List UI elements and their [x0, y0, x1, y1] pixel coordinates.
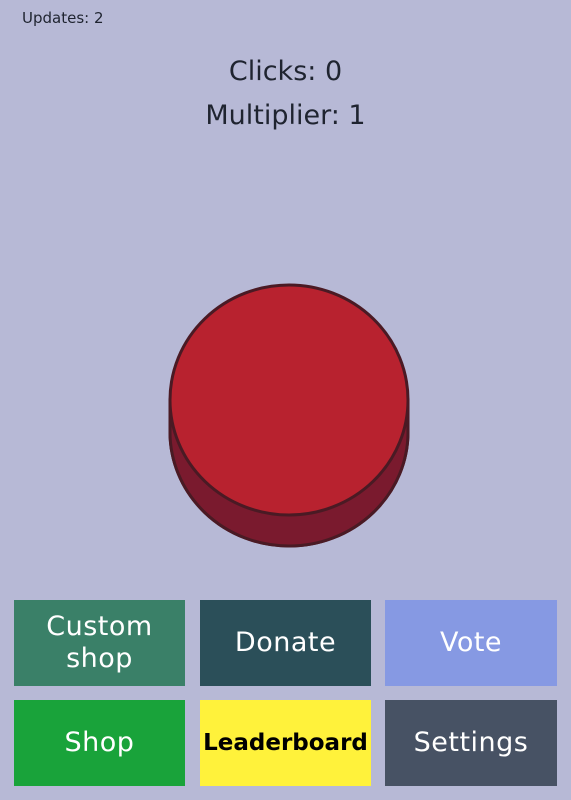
multiplier-value: Multiplier: 1 [205, 100, 366, 131]
vote-label: Vote [439, 627, 503, 658]
big-red-button[interactable] [168, 282, 410, 550]
button-top [168, 283, 410, 517]
vote-button[interactable]: Vote [385, 600, 557, 686]
leaderboard-label: Leaderboard [203, 730, 368, 756]
settings-label: Settings [413, 727, 529, 758]
donate-button[interactable]: Donate [200, 600, 371, 686]
shop-button[interactable]: Shop [14, 700, 185, 786]
donate-label: Donate [234, 627, 337, 658]
updates-counter: Updates: 2 [22, 9, 104, 27]
settings-button[interactable]: Settings [385, 700, 557, 786]
custom-shop-button[interactable]: Custom shop [14, 600, 185, 686]
custom-shop-label: Custom shop [46, 611, 153, 674]
shop-label: Shop [64, 727, 135, 758]
leaderboard-button[interactable]: Leaderboard [200, 700, 371, 786]
clicks-count: Clicks: 0 [228, 56, 343, 87]
